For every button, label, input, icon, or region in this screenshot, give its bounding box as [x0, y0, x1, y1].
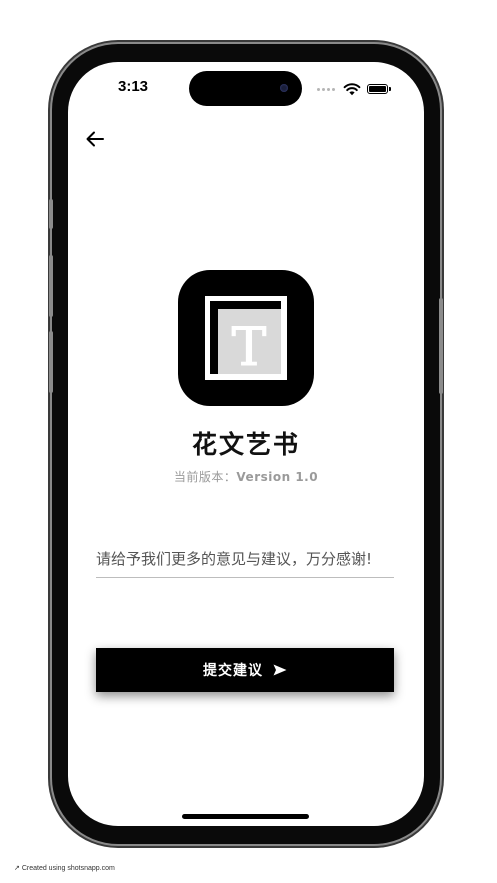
- logo-letter: T: [232, 318, 267, 378]
- app-version: 当前版本：Version 1.0: [68, 468, 424, 485]
- camera-dot: [280, 84, 288, 92]
- app-screen: 3:13 T 花文艺书 当前版本：Version 1.0 提: [68, 62, 424, 826]
- feedback-input[interactable]: [96, 540, 394, 578]
- submit-button-label: 提交建议: [203, 663, 263, 679]
- version-label: 当前版本：: [173, 470, 237, 484]
- volume-down-button: [49, 331, 53, 393]
- wifi-icon: [343, 83, 361, 96]
- power-button: [439, 298, 443, 394]
- volume-up-button: [49, 255, 53, 317]
- status-icons: [317, 82, 391, 96]
- cellular-signal-icon: [317, 87, 335, 91]
- home-indicator[interactable]: [182, 814, 309, 819]
- status-time: 3:13: [118, 78, 149, 95]
- silent-switch: [49, 199, 53, 229]
- battery-icon: [367, 84, 391, 94]
- watermark-credit: ↗ Created using shotsnapp.com: [14, 864, 115, 872]
- book-logo-icon: T: [205, 296, 287, 380]
- credit-text: Created using shotsnapp.com: [21, 865, 115, 872]
- app-logo: T: [178, 270, 314, 406]
- app-name: 花文艺书: [191, 430, 300, 459]
- dynamic-island: [189, 71, 302, 106]
- external-link-icon: ↗: [14, 865, 20, 872]
- version-value: Version 1.0: [236, 470, 319, 484]
- send-icon: [273, 664, 287, 676]
- back-arrow-icon[interactable]: [84, 128, 106, 150]
- submit-feedback-button[interactable]: 提交建议: [96, 648, 394, 692]
